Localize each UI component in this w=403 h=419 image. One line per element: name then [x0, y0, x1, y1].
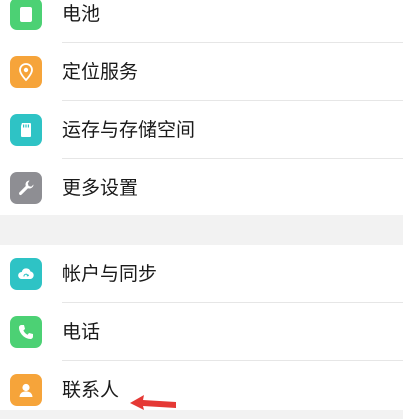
- storage-icon: [10, 114, 42, 146]
- settings-item-battery[interactable]: 电池: [0, 0, 403, 43]
- settings-item-accounts-sync[interactable]: 帐户与同步: [0, 245, 403, 303]
- settings-item-label: 运存与存储空间: [62, 119, 196, 141]
- settings-item-more-settings[interactable]: 更多设置: [0, 159, 403, 217]
- settings-item-label: 定位服务: [62, 61, 139, 83]
- settings-group-1: 电池 定位服务 运存与存储空间 更多设置: [0, 0, 403, 215]
- settings-item-label: 更多设置: [62, 177, 139, 199]
- settings-item-phone[interactable]: 电话: [0, 303, 403, 361]
- settings-item-label: 帐户与同步: [62, 263, 158, 285]
- phone-icon: [10, 316, 42, 348]
- location-icon: [10, 56, 42, 88]
- settings-item-label: 电池: [62, 3, 101, 25]
- settings-item-location[interactable]: 定位服务: [0, 43, 403, 101]
- settings-item-storage[interactable]: 运存与存储空间: [0, 101, 403, 159]
- settings-item-label: 电话: [62, 321, 101, 343]
- settings-group-2: 帐户与同步 电话 联系人: [0, 245, 403, 410]
- annotation-arrow-icon: [130, 395, 176, 410]
- settings-item-label: 联系人: [62, 379, 120, 401]
- battery-icon: [10, 0, 42, 30]
- cloud-sync-icon: [10, 258, 42, 290]
- settings-item-contacts[interactable]: 联系人: [0, 361, 403, 419]
- wrench-icon: [10, 172, 42, 204]
- contacts-icon: [10, 374, 42, 406]
